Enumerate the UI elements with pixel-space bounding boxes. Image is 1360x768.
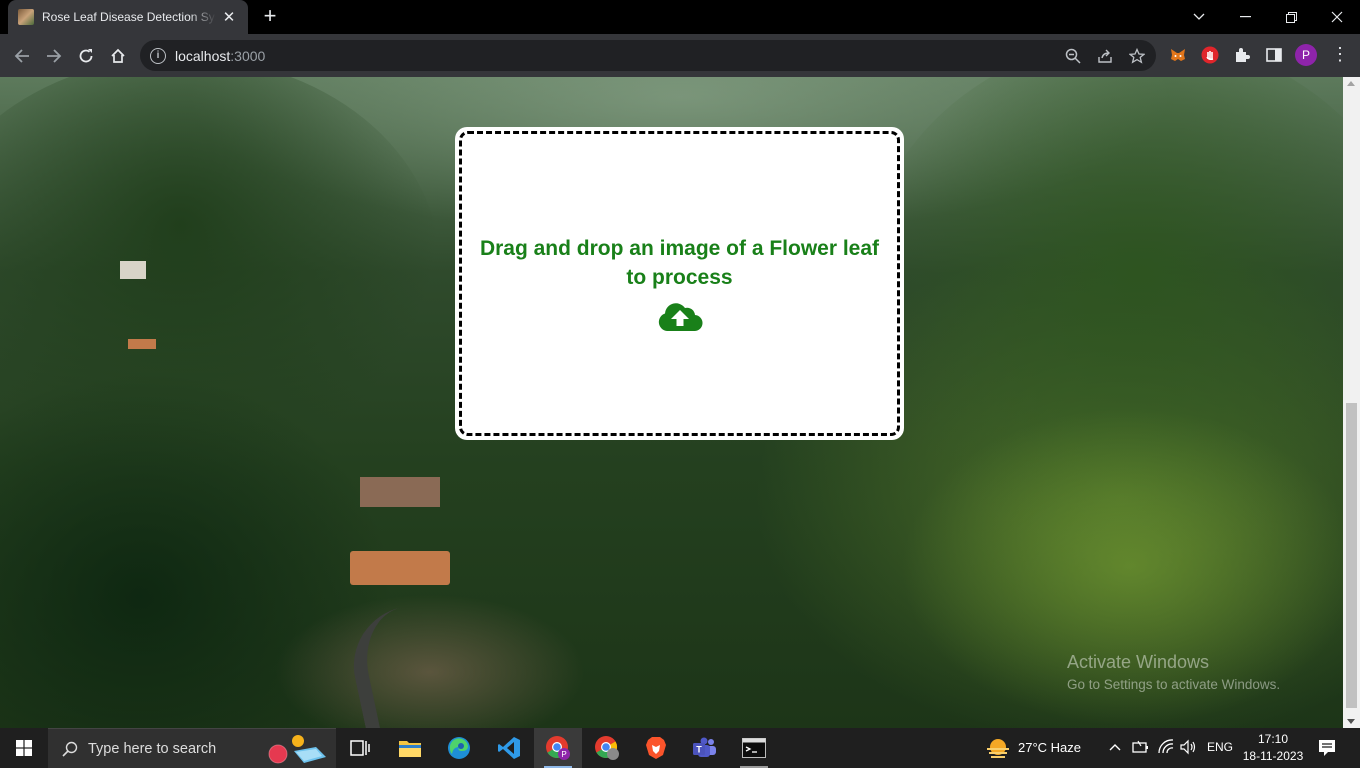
restore-button[interactable] (1268, 0, 1314, 34)
zoom-icon[interactable] (1064, 47, 1082, 65)
folder-icon (399, 741, 421, 757)
task-view-button[interactable] (336, 728, 384, 768)
weather-icon[interactable] (985, 736, 1011, 765)
side-panel-icon[interactable] (1263, 44, 1285, 66)
background-house (350, 551, 450, 585)
metamask-extension-icon[interactable] (1167, 44, 1189, 66)
terminal-icon (742, 738, 766, 758)
teams-icon: T (693, 737, 716, 757)
chrome-icon: P (546, 736, 570, 760)
wifi-icon[interactable] (1157, 739, 1175, 760)
svg-text:T: T (696, 745, 702, 755)
watermark-subtitle: Go to Settings to activate Windows. (1067, 677, 1281, 692)
system-clock[interactable]: 17:10 18-11-2023 (1236, 731, 1310, 765)
clock-date: 18-11-2023 (1242, 749, 1304, 763)
page-scrollbar[interactable] (1343, 77, 1360, 728)
reload-button[interactable] (73, 43, 99, 69)
teams-button[interactable]: T (681, 728, 729, 768)
extensions-puzzle-icon[interactable] (1231, 44, 1253, 66)
browser-toolbar: i localhost:3000 P ⋮ (0, 34, 1360, 77)
back-button[interactable] (9, 43, 35, 69)
watermark-title: Activate Windows (1067, 652, 1210, 672)
scroll-up-icon[interactable] (1347, 81, 1355, 86)
taskbar-search-box[interactable]: Type here to search (48, 728, 336, 768)
red-hand-extension-icon[interactable] (1199, 44, 1221, 66)
background-house (120, 261, 146, 279)
dropzone-instructions: Drag and drop an image of a Flower leaf … (479, 237, 880, 289)
share-icon[interactable] (1096, 47, 1114, 65)
windows-logo-icon (16, 740, 32, 756)
dropzone-dashed-border[interactable]: Drag and drop an image of a Flower leaf … (459, 131, 900, 436)
browser-menu-icon[interactable]: ⋮ (1331, 44, 1349, 66)
background-forest-left (0, 77, 440, 477)
edge-button[interactable] (435, 728, 483, 768)
tab-close-icon[interactable]: ✕ (220, 8, 238, 26)
search-icon (62, 741, 78, 757)
chrome-button[interactable] (583, 728, 631, 768)
clock-time: 17:10 (1257, 732, 1289, 746)
vscode-button[interactable] (485, 728, 533, 768)
image-dropzone[interactable]: Drag and drop an image of a Flower leaf … (455, 127, 904, 440)
search-highlight-icon (268, 735, 326, 764)
browser-tab[interactable]: Rose Leaf Disease Detection System ✕ (8, 0, 248, 34)
tab-search-icon[interactable] (1176, 0, 1222, 34)
bookmark-star-icon[interactable] (1128, 47, 1146, 65)
file-explorer-button[interactable] (386, 728, 434, 768)
weather-text[interactable]: 27°C Haze (1018, 740, 1081, 755)
address-bar[interactable]: i localhost:3000 (140, 40, 1156, 71)
background-road (342, 596, 478, 728)
scrollbar-thumb[interactable] (1346, 403, 1357, 708)
svg-text:P: P (561, 750, 566, 759)
notification-center-icon[interactable] (1318, 739, 1336, 762)
edge-icon (448, 737, 470, 759)
home-button[interactable] (105, 43, 131, 69)
close-window-button[interactable] (1314, 0, 1360, 34)
show-hidden-icons-chevron-icon[interactable] (1108, 740, 1122, 759)
brave-button[interactable] (632, 728, 680, 768)
battery-icon[interactable] (1132, 740, 1150, 759)
site-info-icon[interactable]: i (150, 47, 166, 64)
tab-title: Rose Leaf Disease Detection System (42, 10, 216, 24)
new-tab-button[interactable]: + (258, 5, 282, 29)
task-view-icon (350, 740, 370, 756)
background-roof (128, 339, 156, 349)
page-viewport: Drag and drop an image of a Flower leaf … (0, 77, 1343, 728)
forward-button[interactable] (41, 43, 67, 69)
vscode-icon (498, 737, 520, 759)
url-text: localhost:3000 (175, 47, 266, 64)
brave-lion-icon (646, 737, 666, 759)
chrome-icon (595, 736, 619, 760)
search-placeholder: Type here to search (88, 740, 217, 757)
activate-windows-watermark: Activate Windows Go to Settings to activ… (1067, 652, 1280, 692)
input-language[interactable]: ENG (1207, 740, 1233, 754)
scroll-down-icon[interactable] (1347, 719, 1355, 724)
cloud-upload-icon[interactable] (657, 300, 703, 337)
background-house (360, 477, 440, 507)
start-button[interactable] (0, 728, 48, 768)
site-favicon-icon (18, 9, 34, 25)
tab-strip: Rose Leaf Disease Detection System ✕ + (0, 0, 1360, 34)
terminal-button[interactable] (730, 728, 778, 768)
volume-icon[interactable] (1180, 739, 1198, 760)
chrome-profile-button[interactable]: P (534, 728, 582, 768)
profile-avatar[interactable]: P (1295, 44, 1317, 66)
windows-taskbar: Type here to search P T 27°C Haze ENG 17… (0, 728, 1360, 768)
minimize-button[interactable] (1222, 0, 1268, 34)
